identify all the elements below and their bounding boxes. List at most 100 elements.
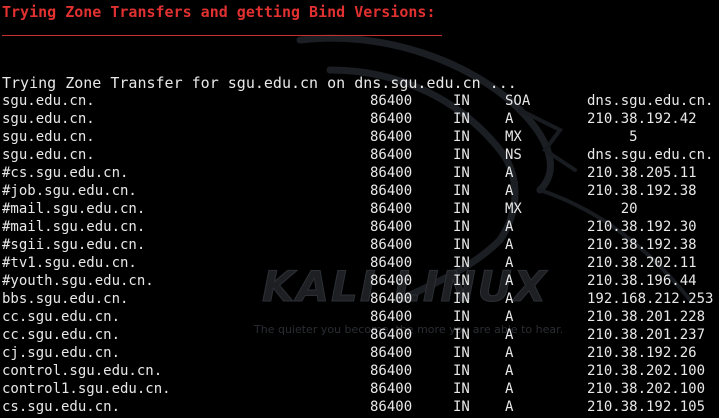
record-value: 210.38.202.100 xyxy=(587,381,706,397)
record-ttl: 86400 xyxy=(370,273,413,289)
record-ttl: 86400 xyxy=(370,291,413,307)
record-type: A xyxy=(505,327,514,343)
record-class: IN xyxy=(453,129,470,145)
record-host: sgu.edu.cn. xyxy=(2,129,95,145)
record-value: 210.38.201.237 xyxy=(587,327,706,343)
record-type: MX xyxy=(505,201,522,217)
record-ttl: 86400 xyxy=(370,201,413,217)
dns-record-list: sgu.edu.cn. 86400 IN SOA dns.sgu.edu.cn. sgu… xyxy=(0,93,719,417)
record-class: IN xyxy=(453,93,470,109)
dns-record-row: #cs.sgu.edu.cn. 86400 IN A 210.38.205.11 xyxy=(0,165,719,183)
record-value: 20 xyxy=(587,201,638,217)
record-ttl: 86400 xyxy=(370,381,413,397)
record-value: dns.sgu.edu.cn. xyxy=(587,93,714,109)
record-host: #mail.sgu.edu.cn. xyxy=(2,219,146,235)
record-type: A xyxy=(505,237,514,253)
terminal-window[interactable]: KALI LINUX The quieter you become, the m… xyxy=(0,0,719,417)
record-class: IN xyxy=(453,327,470,343)
record-class: IN xyxy=(453,273,470,289)
record-class: IN xyxy=(453,399,470,415)
record-type: A xyxy=(505,363,514,379)
record-value: 192.168.212.253 xyxy=(587,291,714,307)
record-host: cc.sgu.edu.cn. xyxy=(2,327,121,343)
record-ttl: 86400 xyxy=(370,237,413,253)
dns-record-row: cc.sgu.edu.cn. 86400 IN A 210.38.201.237 xyxy=(0,327,719,345)
record-host: cj.sgu.edu.cn. xyxy=(2,345,121,361)
record-ttl: 86400 xyxy=(370,129,413,145)
dns-record-row: #mail.sgu.edu.cn. 86400 IN MX 20 xyxy=(0,201,719,219)
record-host: #sgii.sgu.edu.cn. xyxy=(2,237,146,253)
record-class: IN xyxy=(453,183,470,199)
dns-record-row: cs.sgu.edu.cn. 86400 IN A 210.38.192.105 xyxy=(0,399,719,417)
record-class: IN xyxy=(453,147,470,163)
record-class: IN xyxy=(453,237,470,253)
dns-record-row: sgu.edu.cn. 86400 IN A 210.38.192.42 xyxy=(0,111,719,129)
dns-record-row: bbs.sgu.edu.cn. 86400 IN A 192.168.212.253 xyxy=(0,291,719,309)
record-type: A xyxy=(505,381,514,397)
dns-record-row: sgu.edu.cn. 86400 IN NS dns.sgu.edu.cn. xyxy=(0,147,719,165)
zone-transfer-status: Trying Zone Transfer for sgu.edu.cn on d… xyxy=(2,74,517,92)
record-host: #cs.sgu.edu.cn. xyxy=(2,165,129,181)
record-host: bbs.sgu.edu.cn. xyxy=(2,291,129,307)
dns-record-row: #tv1.sgu.edu.cn. 86400 IN A 210.38.202.11 xyxy=(0,255,719,273)
record-host: cc.sgu.edu.cn. xyxy=(2,309,121,325)
record-value: 210.38.192.42 xyxy=(587,111,697,127)
record-type: A xyxy=(505,309,514,325)
record-class: IN xyxy=(453,255,470,271)
record-host: sgu.edu.cn. xyxy=(2,93,95,109)
record-value: 210.38.205.11 xyxy=(587,165,697,181)
record-class: IN xyxy=(453,345,470,361)
record-type: MX xyxy=(505,129,522,145)
record-host: sgu.edu.cn. xyxy=(2,147,95,163)
record-value: 210.38.196.44 xyxy=(587,273,697,289)
record-host: #tv1.sgu.edu.cn. xyxy=(2,255,137,271)
dns-record-row: #youth.sgu.edu.cn. 86400 IN A 210.38.196.44 xyxy=(0,273,719,291)
record-ttl: 86400 xyxy=(370,255,413,271)
record-ttl: 86400 xyxy=(370,111,413,127)
record-ttl: 86400 xyxy=(370,183,413,199)
record-type: A xyxy=(505,273,514,289)
record-type: A xyxy=(505,183,514,199)
record-value: 210.38.202.100 xyxy=(587,363,706,379)
record-ttl: 86400 xyxy=(370,309,413,325)
record-value: 210.38.192.105 xyxy=(587,399,706,415)
heading-underline xyxy=(2,35,442,36)
record-class: IN xyxy=(453,363,470,379)
record-class: IN xyxy=(453,291,470,307)
record-ttl: 86400 xyxy=(370,93,413,109)
record-type: SOA xyxy=(505,93,531,109)
dns-record-row: cj.sgu.edu.cn. 86400 IN A 210.38.192.26 xyxy=(0,345,719,363)
record-host: #job.sgu.edu.cn. xyxy=(2,183,137,199)
record-type: A xyxy=(505,165,514,181)
dns-record-row: #job.sgu.edu.cn. 86400 IN A 210.38.192.38 xyxy=(0,183,719,201)
dns-record-row: #mail.sgu.edu.cn. 86400 IN A 210.38.192.30 xyxy=(0,219,719,237)
record-type: A xyxy=(505,219,514,235)
record-class: IN xyxy=(453,111,470,127)
record-host: #mail.sgu.edu.cn. xyxy=(2,201,146,217)
record-ttl: 86400 xyxy=(370,327,413,343)
record-type: A xyxy=(505,399,514,415)
record-class: IN xyxy=(453,201,470,217)
section-heading: Trying Zone Transfers and getting Bind V… xyxy=(2,3,436,21)
record-type: A xyxy=(505,345,514,361)
record-class: IN xyxy=(453,381,470,397)
record-ttl: 86400 xyxy=(370,399,413,415)
dns-record-row: sgu.edu.cn. 86400 IN SOA dns.sgu.edu.cn. xyxy=(0,93,719,111)
record-host: #youth.sgu.edu.cn. xyxy=(2,273,154,289)
record-type: A xyxy=(505,291,514,307)
record-ttl: 86400 xyxy=(370,219,413,235)
record-value: 210.38.201.228 xyxy=(587,309,706,325)
record-ttl: 86400 xyxy=(370,147,413,163)
record-value: 210.38.202.11 xyxy=(587,255,697,271)
record-class: IN xyxy=(453,165,470,181)
dns-record-row: sgu.edu.cn. 86400 IN MX 5 xyxy=(0,129,719,147)
record-value: 210.38.192.38 xyxy=(587,237,697,253)
record-host: cs.sgu.edu.cn. xyxy=(2,399,121,415)
record-type: NS xyxy=(505,147,522,163)
record-type: A xyxy=(505,255,514,271)
record-host: control.sgu.edu.cn. xyxy=(2,363,163,379)
dns-record-row: #sgii.sgu.edu.cn. 86400 IN A 210.38.192.38 xyxy=(0,237,719,255)
record-class: IN xyxy=(453,309,470,325)
dns-record-row: control1.sgu.edu.cn. 86400 IN A 210.38.202.1… xyxy=(0,381,719,399)
record-value: 5 xyxy=(587,129,638,145)
